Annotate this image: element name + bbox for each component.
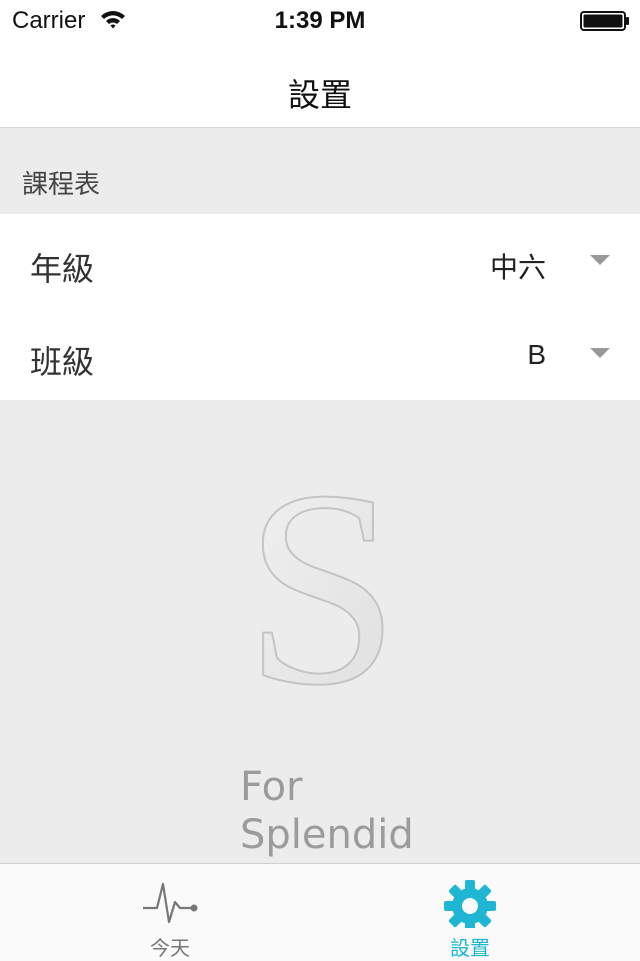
gear-icon: [435, 872, 505, 932]
logo-tagline-line2: Splendid: [240, 812, 414, 858]
logo-letter: S: [244, 470, 400, 700]
logo-area: S For Splendid: [0, 400, 640, 863]
class-value[interactable]: B: [527, 339, 546, 371]
grade-value[interactable]: 中六: [490, 246, 546, 286]
tab-today[interactable]: 今天: [10, 864, 330, 961]
tab-bar: 今天 設置: [0, 863, 640, 961]
battery-icon: [580, 11, 630, 35]
section-header: 課程表: [0, 128, 640, 214]
page-title: 設置: [287, 76, 352, 114]
settings-list: 年級 中六 班級 B: [0, 214, 640, 400]
tab-settings[interactable]: 設置: [310, 864, 630, 961]
status-time: 1:39 PM: [274, 7, 366, 34]
class-row[interactable]: 班級 B: [0, 307, 640, 400]
dropdown-arrow-icon[interactable]: [590, 255, 610, 265]
grade-row[interactable]: 年級 中六: [0, 214, 640, 307]
dropdown-arrow-icon[interactable]: [590, 348, 610, 358]
logo-tagline-line1: For: [240, 764, 303, 810]
tab-settings-label: 設置: [450, 936, 490, 960]
grade-label: 年級: [30, 250, 95, 288]
navigation-bar: 設置: [0, 40, 640, 128]
status-bar: Carrier 1:39 PM: [0, 0, 640, 40]
class-label: 班級: [30, 343, 95, 381]
heartbeat-icon: [135, 872, 205, 932]
splendid-logo: S: [243, 470, 401, 700]
tab-today-label: 今天: [150, 936, 190, 960]
section-title: 課程表: [22, 170, 101, 200]
